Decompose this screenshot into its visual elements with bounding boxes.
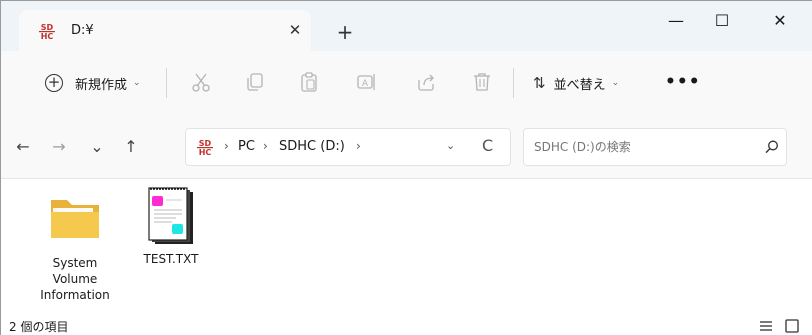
file-name: TEST.TXT — [143, 252, 199, 266]
item-count: 2 個の項目 — [9, 320, 69, 334]
tab-close-icon[interactable]: ✕ — [285, 20, 305, 40]
svg-text:HC: HC — [41, 32, 54, 40]
sort-button[interactable]: ⇅ 並べ替え ⌄ — [533, 71, 619, 95]
share-icon[interactable] — [415, 71, 437, 93]
new-tab-button[interactable]: + — [334, 21, 356, 43]
file-name: System Volume Information — [40, 256, 110, 302]
list-item[interactable]: TEST.TXT — [129, 186, 213, 267]
large-icons-view-icon[interactable] — [783, 318, 801, 334]
explorer-window: SD HC D:¥ ✕ + — ☐ ✕ + 新規作成 ⌄ A ⇅ 並べ替え ⌄ … — [0, 0, 812, 335]
svg-text:SD: SD — [41, 23, 54, 32]
breadcrumb-sdhc[interactable]: SDHC (D:) — [279, 139, 345, 154]
paste-icon[interactable] — [298, 71, 320, 93]
tab-drive-d[interactable]: SD HC D:¥ ✕ — [19, 10, 311, 51]
up-button[interactable]: ↑ — [121, 137, 141, 157]
breadcrumb-separator[interactable]: › — [224, 139, 229, 153]
sd-card-icon: SD HC — [197, 139, 213, 156]
refresh-button[interactable]: C — [482, 136, 493, 155]
list-item[interactable]: System Volume Information — [33, 190, 117, 303]
sort-label: 並べ替え — [553, 77, 606, 93]
delete-icon[interactable] — [471, 71, 493, 93]
sort-arrows-icon: ⇅ — [533, 74, 546, 92]
file-list: System Volume Information TEST.TXT — [1, 180, 812, 316]
toolbar-divider — [166, 68, 167, 98]
more-options-icon[interactable]: ••• — [665, 73, 701, 91]
svg-text:A: A — [362, 79, 369, 89]
new-item-button[interactable]: + 新規作成 ⌄ — [45, 71, 141, 95]
back-button[interactable]: ← — [13, 137, 33, 157]
search-box[interactable] — [523, 128, 787, 166]
address-row: ← → ⌄ ↑ SD HC › PC › SDHC (D:) › ⌄ C — [1, 117, 812, 179]
plus-circle-icon: + — [45, 74, 63, 92]
rename-icon[interactable]: A — [356, 71, 378, 93]
copy-icon[interactable] — [244, 71, 266, 93]
breadcrumb-separator[interactable]: › — [356, 139, 361, 153]
cut-icon[interactable] — [190, 71, 212, 93]
tab-title: D:¥ — [71, 23, 94, 38]
recent-locations-button[interactable]: ⌄ — [87, 137, 107, 157]
new-item-label: 新規作成 — [75, 77, 128, 93]
details-view-icon[interactable] — [757, 318, 775, 334]
text-file-icon — [148, 187, 193, 244]
breadcrumb-pc[interactable]: PC — [238, 139, 255, 154]
forward-button[interactable]: → — [49, 137, 69, 157]
search-input[interactable] — [534, 137, 754, 157]
sd-card-icon: SD HC — [39, 23, 55, 40]
status-bar: 2 個の項目 — [1, 316, 812, 335]
address-bar[interactable]: SD HC › PC › SDHC (D:) › ⌄ C — [185, 128, 511, 166]
chevron-down-icon[interactable]: ⌄ — [446, 139, 455, 152]
toolbar-divider — [513, 68, 514, 98]
close-button[interactable]: ✕ — [757, 7, 803, 35]
breadcrumb-separator[interactable]: › — [263, 139, 268, 153]
folder-icon — [51, 200, 99, 238]
command-bar: + 新規作成 ⌄ A ⇅ 並べ替え ⌄ ••• — [1, 51, 812, 117]
chevron-down-icon: ⌄ — [611, 78, 620, 88]
maximize-button[interactable]: ☐ — [699, 7, 745, 35]
svg-text:SD: SD — [199, 139, 212, 148]
search-icon[interactable] — [764, 139, 780, 155]
chevron-down-icon: ⌄ — [133, 78, 141, 88]
minimize-button[interactable]: — — [653, 7, 699, 35]
svg-text:HC: HC — [199, 148, 212, 156]
title-bar: SD HC D:¥ ✕ + — ☐ ✕ — [1, 1, 812, 51]
